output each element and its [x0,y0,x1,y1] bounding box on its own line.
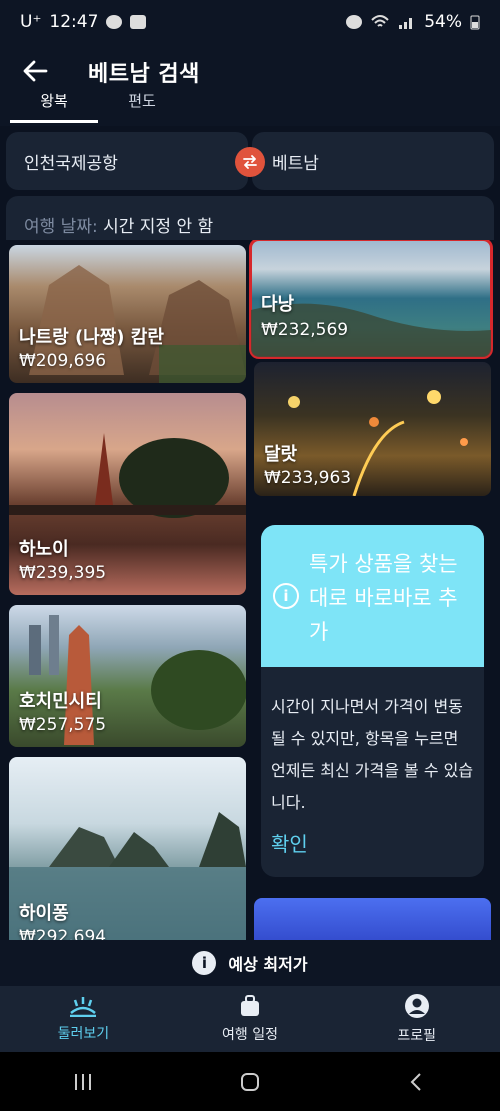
cheapest-label: 예상 최저가 [228,955,308,974]
origin-field[interactable]: 인천국제공항 [6,132,248,190]
destination-grid: 나트랑 (나짱) 캄란 ₩209,696 다낭 ₩232,569 하노이 ₩23… [0,240,500,940]
alarm-icon [346,15,363,29]
header: 베트남 검색 왕복 편도 [0,44,500,126]
swap-icon [243,155,257,169]
info-title: 특가 상품을 찾는 대로 바로바로 추가 [309,552,458,644]
recent-apps-icon[interactable] [72,1072,94,1092]
price-info-panel: i 특가 상품을 찾는 대로 바로바로 추가 시간이 지나면서 가격이 변동될 … [261,525,484,877]
talk-icon [106,15,123,29]
info-banner: i 특가 상품을 찾는 대로 바로바로 추가 [261,525,484,667]
destination-price: ₩239,395 [19,563,107,583]
date-label: 여행 날짜: [24,217,98,237]
home-icon[interactable] [239,1071,261,1093]
nav-label: 여행 일정 [222,1027,278,1043]
system-nav-bar [0,1052,500,1111]
suitcase-icon [241,995,259,1016]
destination-name: 달랏 [264,444,298,465]
destination-card[interactable]: 다낭 ₩232,569 [249,240,493,359]
nav-item-profile[interactable]: 프로필 [333,986,500,1052]
battery-percent: 54% [424,12,462,32]
wifi-icon [371,15,389,27]
nav-label: 프로필 [397,1028,436,1044]
gallery-icon [130,15,147,29]
cheapest-price-bar[interactable]: i 예상 최저가 [0,940,500,986]
tab-one-way[interactable]: 편도 [98,90,186,123]
destination-card[interactable] [254,898,491,940]
back-icon[interactable] [406,1071,428,1093]
battery-icon [470,15,480,30]
destination-name: 하노이 [19,539,69,560]
destination-card[interactable]: 하이퐁 ₩292,694 [9,757,246,940]
status-bar: U⁺ 12:47 54% [0,0,500,44]
destination-name: 하이퐁 [19,903,69,924]
swap-button[interactable] [235,147,265,177]
info-body: 시간이 지나면서 가격이 변동될 수 있지만, 항목을 누르면 언제든 최신 가… [271,697,474,812]
bottom-navigation: 둘러보기 여행 일정 프로필 [0,986,500,1052]
back-arrow-icon[interactable] [20,56,50,86]
destination-name: 호치민시티 [19,691,102,712]
date-value: 시간 지정 안 함 [103,217,214,237]
destination-price: ₩209,696 [19,351,107,371]
carrier-label: U⁺ [20,12,42,32]
destination-name: 다낭 [261,294,295,315]
info-icon: i [273,583,299,609]
destination-name: 나트랑 (나짱) 캄란 [19,327,164,348]
destination-card[interactable]: 호치민시티 ₩257,575 [9,605,246,747]
destination-price: ₩233,963 [264,468,352,488]
trip-type-tabs: 왕복 편도 [10,90,186,123]
tab-round-trip[interactable]: 왕복 [10,90,98,123]
destination-price: ₩292,694 [19,927,107,940]
nav-item-trips[interactable]: 여행 일정 [167,986,334,1052]
explore-icon [70,997,97,1017]
destination-card[interactable]: 하노이 ₩239,395 [9,393,246,595]
destination-card[interactable]: 나트랑 (나짱) 캄란 ₩209,696 [9,245,246,383]
destination-field[interactable]: 베트남 [252,132,494,190]
confirm-button[interactable]: 확인 [271,828,308,857]
nav-item-explore[interactable]: 둘러보기 [0,986,167,1052]
profile-icon [404,994,429,1018]
info-icon: i [192,951,217,975]
clock: 12:47 [49,12,99,32]
destination-price: ₩232,569 [261,320,349,340]
destination-price: ₩257,575 [19,715,107,735]
destination-card[interactable]: 달랏 ₩233,963 [254,362,491,496]
signal-icon [399,18,413,29]
page-title: 베트남 검색 [88,62,200,87]
nav-label: 둘러보기 [57,1026,110,1042]
